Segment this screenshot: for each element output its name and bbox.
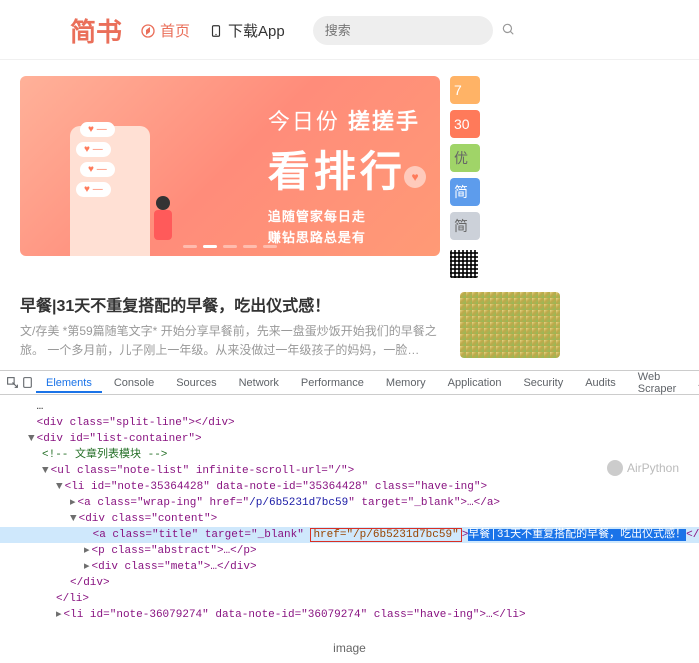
compass-icon [140, 23, 156, 39]
dom-line[interactable]: </li> [0, 591, 699, 607]
article-abstract: 文/存美 *第59篇随笔文字* 开始分享早餐前，先来一盘蛋炒饭开始我们的早餐之旅… [20, 322, 446, 360]
tab-memory[interactable]: Memory [376, 373, 436, 393]
logo[interactable]: 简书 [70, 12, 122, 49]
tab-performance[interactable]: Performance [291, 373, 374, 393]
tab-security[interactable]: Security [513, 373, 573, 393]
nav-download[interactable]: 下载App [208, 20, 285, 41]
devtools-tabs: Elements Console Sources Network Perform… [0, 371, 699, 395]
tab-console[interactable]: Console [104, 373, 164, 393]
search-box[interactable] [313, 16, 493, 45]
tab-audits[interactable]: Audits [575, 373, 626, 393]
nav-home[interactable]: 首页 [140, 20, 190, 41]
dom-line[interactable]: ▸<a class="wrap-ing" href="/p/6b5231d7bc… [0, 495, 699, 511]
watermark: AirPython [607, 460, 679, 476]
banner-illustration: ♥ — ♥ — ♥ — ♥ — [40, 106, 180, 256]
dom-line[interactable]: ▸<p class="abstract">…</p> [0, 543, 699, 559]
dom-line[interactable]: <!-- 文章列表模块 --> [0, 447, 699, 463]
dom-line[interactable]: <div class="split-line"></div> [0, 415, 699, 431]
dom-line[interactable]: ▼<ul class="note-list" infinite-scroll-u… [0, 463, 699, 479]
tab-network[interactable]: Network [229, 373, 289, 393]
wechat-icon [607, 460, 623, 476]
tab-sources[interactable]: Sources [166, 373, 226, 393]
heart-icon: ♥ [404, 166, 426, 188]
search-input[interactable] [325, 23, 501, 38]
dom-line[interactable]: ▸<div class="meta">…</div> [0, 559, 699, 575]
article-thumbnail[interactable] [460, 292, 560, 358]
dom-line-selected[interactable]: <a class="title" target="_blank" href="/… [0, 527, 699, 543]
qr-code[interactable] [450, 250, 478, 278]
banner-text: 今日份 搓搓手 看排行 追随管家每日走赚钻思路总是有 [268, 104, 420, 249]
dom-line[interactable]: ▼<div id="list-container"> [0, 431, 699, 447]
tile-7day[interactable]: 7 [450, 76, 480, 104]
nav-home-label: 首页 [160, 20, 190, 41]
dom-line[interactable]: ▼<div class="content"> [0, 511, 699, 527]
tab-application[interactable]: Application [438, 373, 512, 393]
tile-30day[interactable]: 30 [450, 110, 480, 138]
dom-line[interactable]: ▸<li id="note-36079274" data-note-id="36… [0, 607, 699, 623]
caption: image [0, 633, 699, 663]
mobile-icon [208, 23, 224, 39]
nav-download-label: 下载App [228, 20, 285, 41]
carousel-banner[interactable]: ♥ — ♥ — ♥ — ♥ — 今日份 搓搓手 看排行 追随管家每日走赚钻思路总… [20, 76, 440, 256]
tile-jianshu2[interactable]: 简 [450, 212, 480, 240]
tile-excellent[interactable]: 优 [450, 144, 480, 172]
article-item[interactable]: 早餐|31天不重复搭配的早餐，吃出仪式感！ 文/存美 *第59篇随笔文字* 开始… [0, 278, 560, 366]
dom-line[interactable]: </div> [0, 575, 699, 591]
tab-elements[interactable]: Elements [36, 373, 102, 393]
tile-jianshu1[interactable]: 简 [450, 178, 480, 206]
top-nav: 简书 首页 下载App [0, 0, 699, 60]
device-icon[interactable] [21, 376, 34, 390]
article-title[interactable]: 早餐|31天不重复搭配的早餐，吃出仪式感！ [20, 292, 446, 316]
devtools-panel: Elements Console Sources Network Perform… [0, 370, 699, 633]
carousel-dots[interactable] [183, 245, 277, 248]
dom-line[interactable]: … [0, 399, 699, 415]
search-icon[interactable] [501, 22, 515, 39]
tab-webscraper[interactable]: Web Scraper [628, 367, 687, 399]
dom-line[interactable]: ▼<li id="note-35364428" data-note-id="35… [0, 479, 699, 495]
side-tiles: 7 30 优 简 简 [450, 76, 480, 278]
tab-adblock[interactable]: AdBlock [688, 373, 699, 393]
dom-tree[interactable]: … <div class="split-line"></div> ▼<div i… [0, 395, 699, 633]
inspect-icon[interactable] [6, 376, 19, 390]
